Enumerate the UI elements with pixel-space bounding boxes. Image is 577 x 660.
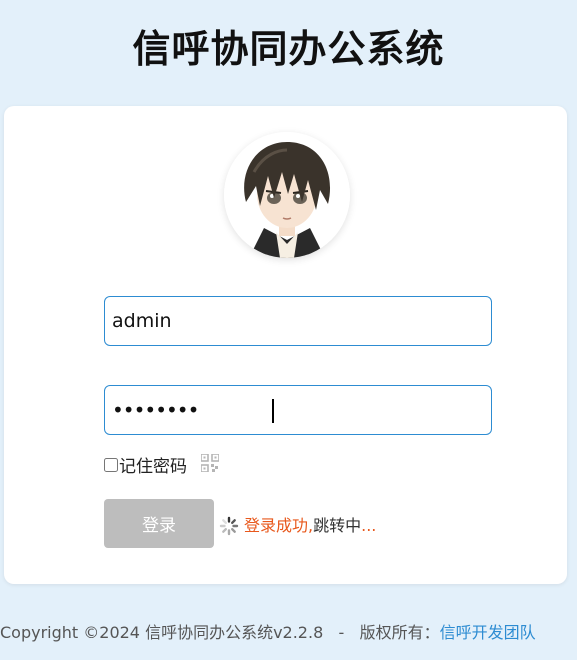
footer-copyright: Copyright ©2024 信呼协同办公系统v2.2.8 <box>0 623 324 642</box>
password-input[interactable] <box>105 386 491 434</box>
footer-team-link[interactable]: 信呼开发团队 <box>440 623 536 642</box>
remember-checkbox[interactable] <box>104 457 118 472</box>
status-success: 登录成功, <box>244 516 314 535</box>
login-card: 记住密码 登录 <box>4 106 567 584</box>
footer-separator: - <box>338 623 345 642</box>
status-dots: ... <box>361 516 377 535</box>
text-caret <box>272 399 274 423</box>
username-field[interactable] <box>104 296 492 346</box>
password-field[interactable] <box>104 385 492 435</box>
loading-spinner-icon <box>219 516 239 536</box>
status-redirect: 跳转中 <box>313 516 362 535</box>
remember-label: 记住密码 <box>119 457 187 477</box>
qr-code-icon[interactable] <box>200 453 220 473</box>
footer-rights-label: 版权所有： <box>359 623 440 642</box>
username-input[interactable] <box>105 297 491 345</box>
footer: Copyright ©2024 信呼协同办公系统v2.2.8 - 版权所有：信呼… <box>0 619 577 643</box>
remember-password[interactable]: 记住密码 <box>104 452 187 477</box>
avatar <box>224 132 350 258</box>
login-status: 登录成功,跳转中... <box>244 512 376 536</box>
login-button[interactable]: 登录 <box>104 499 214 548</box>
page-title: 信呼协同办公系统 <box>132 27 445 71</box>
